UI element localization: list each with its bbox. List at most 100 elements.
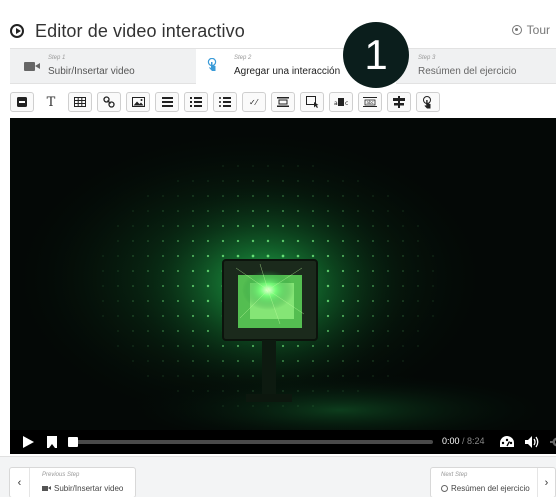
laser-dot [282,390,284,392]
laser-dot [327,210,329,212]
laser-dot [221,239,225,243]
laser-dot [327,195,329,197]
drag-and-drop-tool-button[interactable] [300,92,324,112]
laser-dot [417,315,419,317]
laser-dot [282,195,284,197]
laser-dot [342,360,344,362]
bookmark-icon[interactable] [47,436,57,448]
label-tool-button[interactable] [10,92,34,112]
laser-dot [387,285,389,287]
laser-dot [221,344,225,348]
laser-dot [102,285,104,287]
laser-dot [177,315,179,317]
laser-dot [207,345,209,347]
laser-dot [117,300,119,302]
text-tool-button[interactable]: T [39,92,63,112]
laser-dot [311,254,315,258]
laser-dot [357,210,359,212]
crossroads-tool-button[interactable] [387,92,411,112]
laser-dot [357,360,359,362]
laser-dot [132,360,134,362]
interaction-toolbar: T ✓⁄ ac abc [10,88,556,116]
laser-dot [357,195,359,197]
laser-dot [327,180,329,182]
laser-dot [206,254,210,258]
statements-tool-button[interactable] [155,92,179,112]
single-choice-set-tool-button[interactable] [184,92,208,112]
volume-icon[interactable] [525,436,541,448]
laser-dot [222,375,224,377]
step-summary[interactable]: Step 3 Resúmen del ejercicio [396,49,556,84]
laser-dot [341,299,345,303]
fill-in-blanks-tool-button[interactable] [271,92,295,112]
tour-step-badge: 1 [343,22,409,88]
laser-dot [162,240,164,242]
laser-dot [356,299,360,303]
laser-dot [387,210,389,212]
next-step-button[interactable]: Next Step Resúmen del ejercicio › [430,467,556,497]
laser-dot [417,285,419,287]
step-navigation-footer: ‹ Previous Step Subir/Insertar video Nex… [0,456,556,497]
laser-dot [177,345,179,347]
link-icon [103,96,115,108]
laser-dot [237,360,239,362]
laser-dot [132,315,134,317]
previous-step-button[interactable]: ‹ Previous Step Subir/Insertar video [9,467,136,497]
laser-dot [117,255,119,257]
video-camera-icon [42,486,51,491]
laser-dot [147,345,149,347]
laser-dot [192,390,194,392]
laser-dot [357,225,359,227]
multiple-choice-tool-button[interactable] [213,92,237,112]
drag-text-tool-button[interactable]: abc [358,92,382,112]
laser-dot [252,375,254,377]
laser-dot [311,344,315,348]
laser-dot [251,254,255,258]
settings-gear-icon[interactable] [550,435,556,449]
laser-dot [372,240,374,242]
video-canvas[interactable] [10,118,556,430]
laser-dot [237,210,239,212]
table-tool-button[interactable] [68,92,92,112]
laser-dot [267,180,269,182]
laser-dot [102,255,104,257]
play-icon[interactable] [23,436,34,448]
drag-text-icon: abc [363,97,377,107]
mark-the-words-tool-button[interactable]: ac [329,92,353,112]
label-icon [17,97,27,107]
laser-dot [192,360,194,362]
laser-dot [237,390,239,392]
laser-dot [176,284,180,288]
laser-dot [237,195,239,197]
laser-dot [432,285,434,287]
laser-dot [132,240,134,242]
laser-dot [162,210,164,212]
laser-dot [357,180,359,182]
laser-dot [147,375,149,377]
laser-dot [222,165,224,167]
image-tool-button[interactable] [126,92,150,112]
seek-bar[interactable] [68,440,433,444]
true-false-tool-button[interactable]: ✓⁄ [242,92,266,112]
step-upload-video[interactable]: Step 1 Subir/Insertar video [10,49,196,84]
seek-handle[interactable] [68,437,78,447]
laser-dot [372,210,374,212]
laser-dot [222,360,224,362]
laser-dot [342,345,344,347]
link-tool-button[interactable] [97,92,121,112]
laser-dot [296,224,300,228]
laser-dot [312,195,314,197]
quality-icon[interactable] [499,435,515,449]
laser-dot [372,330,374,332]
tour-button[interactable]: Tour [511,23,550,37]
navigation-hotspot-tool-button[interactable] [416,92,440,112]
laser-dot [191,329,195,333]
laser-dot [191,284,195,288]
laser-dot [312,180,314,182]
laser-dot [117,330,119,332]
laser-dot [206,314,210,318]
laser-dot [117,315,119,317]
laser-dot [282,165,284,167]
laser-dot [282,180,284,182]
svg-text:abc: abc [367,100,374,105]
